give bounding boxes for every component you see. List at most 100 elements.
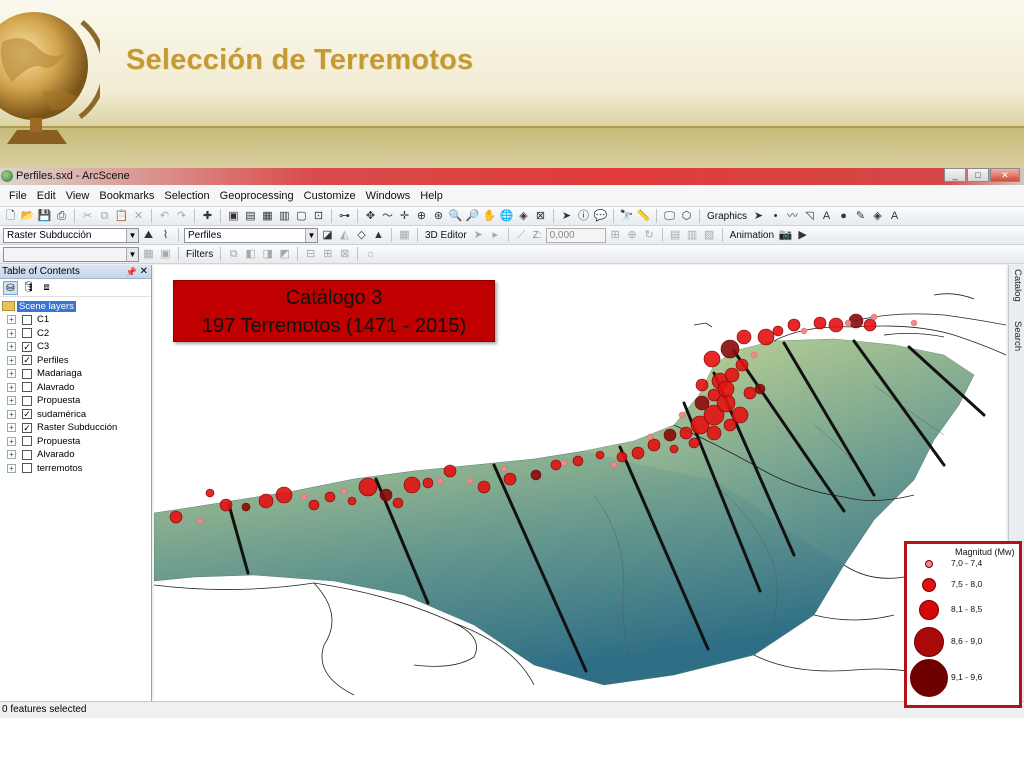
toc-layer[interactable]: + Propuesta — [2, 394, 151, 408]
close-button[interactable]: ✕ — [990, 168, 1020, 182]
expand-icon[interactable]: + — [7, 342, 16, 352]
3d-analyst-icon[interactable]: ⛰ — [141, 228, 156, 242]
delete-icon[interactable]: ✕ — [131, 209, 146, 223]
edit-tool-icon[interactable]: ➤ — [471, 228, 486, 242]
toc-layer[interactable]: + ✓ Raster Subducción — [2, 421, 151, 435]
narrow-fov-icon[interactable]: ◈ — [516, 209, 531, 223]
new-document-icon[interactable]: 🗋 — [3, 209, 18, 223]
menu-view[interactable]: View — [61, 190, 95, 202]
expand-icon[interactable]: + — [7, 436, 16, 446]
3d-editor-menu[interactable]: 3D Editor — [423, 230, 469, 241]
zoom-out-icon[interactable]: 🔎 — [465, 209, 480, 223]
line-icon[interactable]: 〰 — [785, 209, 800, 223]
expand-icon[interactable]: + — [7, 409, 16, 419]
layer-visibility-checkbox[interactable] — [22, 463, 32, 474]
polygon-icon[interactable]: ◹ — [802, 209, 817, 223]
stop-icon[interactable]: ⊠ — [533, 209, 548, 223]
redo-icon[interactable]: ↷ — [174, 209, 189, 223]
scene-properties-icon[interactable]: ▣ — [226, 209, 241, 223]
expand-icon[interactable]: + — [7, 382, 16, 392]
shading-icon[interactable]: ▣ — [158, 247, 173, 261]
effects-layer-combo[interactable]: ▼ — [3, 246, 139, 262]
menu-help[interactable]: Help — [415, 190, 448, 202]
steepest-path-icon[interactable]: ◭ — [337, 228, 352, 242]
layer-order-down-icon[interactable]: ⊞ — [320, 247, 335, 261]
graphics-menu[interactable]: Graphics — [705, 211, 749, 222]
pin-icon[interactable]: 📌 — [126, 265, 137, 279]
minimize-button[interactable]: _ — [944, 168, 966, 182]
layer-visibility-checkbox[interactable] — [22, 328, 32, 339]
menu-customize[interactable]: Customize — [299, 190, 361, 202]
maximize-button[interactable]: □ — [967, 168, 989, 182]
expand-icon[interactable]: + — [7, 423, 16, 433]
layer-visibility-checkbox[interactable]: ✓ — [22, 355, 32, 366]
expand-icon[interactable]: + — [7, 369, 16, 379]
undo-icon[interactable]: ↶ — [157, 209, 172, 223]
transparency-icon[interactable]: ▦ — [141, 247, 156, 261]
interpolate-icon[interactable]: ◪ — [320, 228, 335, 242]
3d-view-icon[interactable]: ⬡ — [679, 209, 694, 223]
pan-icon[interactable]: ✋ — [482, 209, 497, 223]
print-icon[interactable]: ⎙ — [54, 209, 69, 223]
expand-icon[interactable]: + — [7, 355, 16, 365]
move-icon[interactable]: ⊕ — [625, 228, 640, 242]
list-by-source-icon[interactable]: 🛢 — [21, 281, 36, 295]
navigate-tool-icon[interactable]: ✥ — [363, 209, 378, 223]
line-color-icon[interactable]: ✎ — [853, 209, 868, 223]
layer-visibility-checkbox[interactable]: ✓ — [22, 341, 32, 352]
expand-icon[interactable]: + — [7, 315, 16, 325]
expand-icon[interactable]: + — [7, 450, 16, 460]
filters-menu[interactable]: Filters — [184, 249, 215, 260]
profile-graph-icon[interactable]: ▲ — [371, 228, 386, 242]
zoom-in-icon[interactable]: 🔍 — [448, 209, 463, 223]
toc-layer[interactable]: + C2 — [2, 327, 151, 341]
layer-visibility-checkbox[interactable]: ✓ — [22, 422, 32, 433]
layer-combo[interactable]: Raster Subducción ▼ — [3, 227, 139, 243]
view-icon[interactable]: 🖵 — [662, 209, 677, 223]
depth-icon[interactable]: ◩ — [277, 247, 292, 261]
swipe-icon[interactable]: ⧉ — [226, 247, 241, 261]
add-data-icon[interactable]: ✚ — [200, 209, 215, 223]
line-of-sight-icon[interactable]: ◇ — [354, 228, 369, 242]
open-icon[interactable]: 📂 — [20, 209, 35, 223]
layer-visibility-checkbox[interactable] — [22, 449, 32, 460]
layer-tool-icon[interactable]: ▦ — [397, 228, 412, 242]
toc-window-icon[interactable]: ▤ — [243, 209, 258, 223]
chevron-down-icon[interactable]: ▼ — [305, 228, 317, 242]
catalog-tab[interactable]: Catalog — [1011, 269, 1023, 302]
chevron-down-icon[interactable]: ▼ — [126, 247, 138, 261]
navigate-icon[interactable]: ⊶ — [337, 209, 352, 223]
attributes-icon[interactable]: ▤ — [668, 228, 683, 242]
chevron-down-icon[interactable]: ▼ — [126, 228, 138, 242]
copy-icon[interactable]: ⧉ — [97, 209, 112, 223]
marker-color-icon[interactable]: ● — [836, 209, 851, 223]
layer-face-icon[interactable]: ◨ — [260, 247, 275, 261]
menu-selection[interactable]: Selection — [159, 190, 214, 202]
select-elements-icon[interactable]: ➤ — [751, 209, 766, 223]
toc-layer[interactable]: + terremotos — [2, 462, 151, 476]
list-by-visibility-icon[interactable]: ⧈ — [39, 281, 54, 295]
toc-layer[interactable]: + ✓ Perfiles — [2, 354, 151, 368]
target-center-icon[interactable]: ✛ — [397, 209, 412, 223]
measure-icon[interactable]: 📏 — [636, 209, 651, 223]
animation-controls-icon[interactable]: ▶ — [795, 228, 810, 242]
sketch-properties-icon[interactable]: ▥ — [685, 228, 700, 242]
find-icon[interactable]: 🔭 — [619, 209, 634, 223]
layer-visibility-checkbox[interactable] — [22, 314, 32, 325]
expand-icon[interactable]: + — [7, 396, 16, 406]
layer-visibility-checkbox[interactable] — [22, 368, 32, 379]
expand-icon[interactable]: + — [7, 328, 16, 338]
cut-icon[interactable]: ✂ — [80, 209, 95, 223]
paste-icon[interactable]: 📋 — [114, 209, 129, 223]
zoom-to-target-icon[interactable]: ⊕ — [414, 209, 429, 223]
target-layer-combo[interactable]: Perfiles ▼ — [184, 227, 318, 243]
python-window-icon[interactable]: ▢ — [294, 209, 309, 223]
identify-icon[interactable]: ⓘ — [576, 209, 591, 223]
close-icon[interactable]: ✕ — [140, 265, 148, 279]
fill-color-icon[interactable]: ◈ — [870, 209, 885, 223]
layer-visibility-checkbox[interactable]: ✓ — [22, 409, 32, 420]
point-icon[interactable]: • — [768, 209, 783, 223]
toc-layer[interactable]: + C1 — [2, 313, 151, 327]
create-features-icon[interactable]: ▧ — [702, 228, 717, 242]
menu-geoprocessing[interactable]: Geoprocessing — [215, 190, 299, 202]
